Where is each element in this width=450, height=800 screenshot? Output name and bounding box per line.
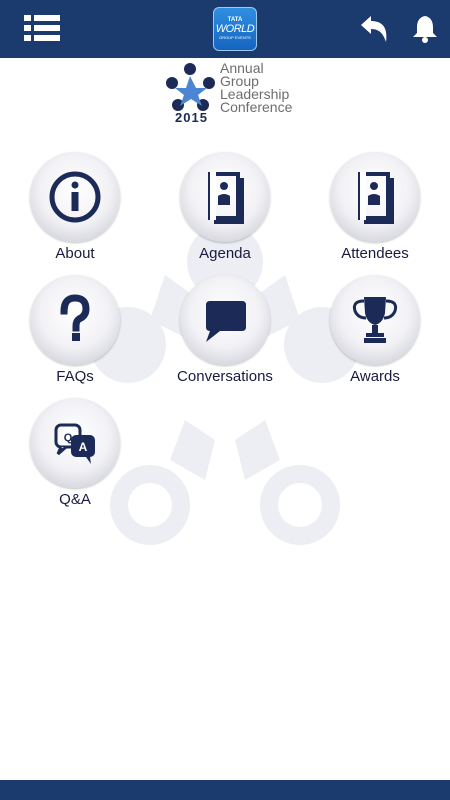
tile-label: Awards bbox=[350, 368, 400, 385]
tile-circle bbox=[30, 275, 120, 365]
conference-title-line: Conference bbox=[220, 99, 293, 115]
agenda-book-icon bbox=[208, 172, 244, 224]
info-icon bbox=[49, 171, 101, 223]
tile-label: About bbox=[55, 245, 95, 262]
tile-circle: Q A bbox=[30, 398, 120, 488]
conference-title: Annual Group Leadership Conference bbox=[220, 61, 310, 115]
tile-circle bbox=[180, 152, 270, 242]
tile-about[interactable]: About bbox=[5, 152, 145, 272]
tile-circle bbox=[30, 152, 120, 242]
question-mark-icon bbox=[60, 294, 90, 341]
conference-logo: 2015 Annual Group Leadership Conference bbox=[163, 60, 308, 128]
tata-world-logo: TATA WORLD GROUP EVENTS bbox=[213, 7, 257, 51]
tile-faqs[interactable]: FAQs bbox=[5, 275, 145, 395]
attendees-book-icon bbox=[358, 172, 394, 224]
tile-circle bbox=[180, 275, 270, 365]
menu-icon bbox=[24, 15, 60, 41]
qa-bubbles-icon: Q A bbox=[54, 423, 95, 464]
app-header: TATA WORLD GROUP EVENTS bbox=[0, 0, 450, 58]
trophy-icon bbox=[352, 297, 398, 343]
tile-agenda[interactable]: Agenda bbox=[155, 152, 295, 272]
logo-line2: WORLD bbox=[215, 23, 255, 35]
logo-line3: GROUP EVENTS bbox=[219, 35, 251, 40]
bottom-bar bbox=[0, 780, 450, 800]
tile-label: Agenda bbox=[199, 245, 251, 262]
tile-circle bbox=[330, 275, 420, 365]
tile-attendees[interactable]: Attendees bbox=[305, 152, 445, 272]
svg-text:A: A bbox=[79, 440, 88, 454]
conference-star-icon bbox=[166, 63, 215, 111]
conference-year: 2015 bbox=[175, 110, 208, 125]
tile-label: FAQs bbox=[56, 368, 94, 385]
tile-qa[interactable]: Q A Q&A bbox=[5, 398, 145, 518]
tile-label: Conversations bbox=[177, 368, 273, 385]
bell-icon bbox=[413, 16, 437, 43]
back-arrow-icon bbox=[361, 16, 387, 42]
tile-label: Q&A bbox=[59, 491, 91, 508]
notifications-button[interactable] bbox=[410, 14, 440, 44]
tile-awards[interactable]: Awards bbox=[305, 275, 445, 395]
back-button[interactable] bbox=[358, 14, 390, 44]
tile-conversations[interactable]: Conversations bbox=[155, 275, 295, 395]
tile-label: Attendees bbox=[341, 245, 409, 262]
menu-button[interactable] bbox=[24, 12, 60, 44]
chat-bubble-icon bbox=[206, 301, 246, 342]
tile-circle bbox=[330, 152, 420, 242]
